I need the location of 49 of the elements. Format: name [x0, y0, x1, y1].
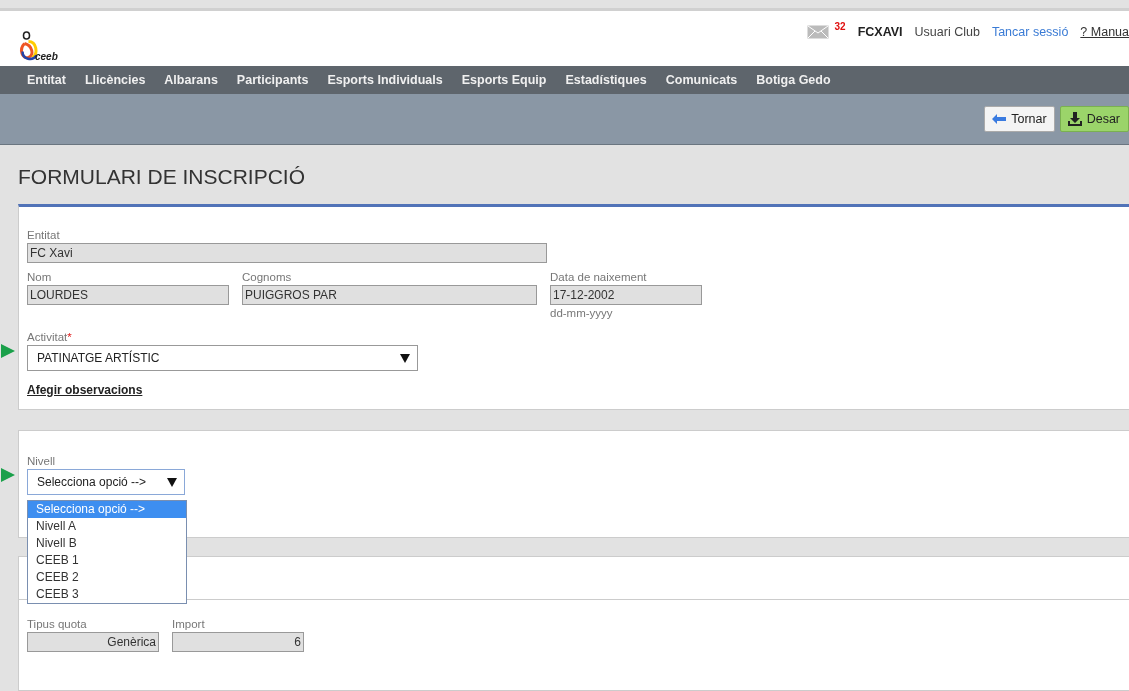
field-label: Nivell [27, 455, 57, 467]
manual-link[interactable]: ? Manua [1080, 24, 1129, 39]
mail-icon[interactable] [806, 24, 829, 39]
arrow-left-icon [992, 114, 1007, 125]
download-icon [1067, 112, 1082, 127]
nav-item[interactable]: Estadístiques [565, 73, 647, 88]
field-label: Tipus quota [27, 618, 88, 630]
user-role: Usuari Club [914, 24, 980, 39]
nav-item[interactable]: Esports Individuals [327, 73, 443, 88]
field-label: Activitat* [27, 331, 73, 343]
nav-item[interactable]: Llicències [84, 73, 146, 88]
pointer-arrow-icon [1, 468, 15, 482]
caret-icon [400, 353, 410, 363]
cognoms-field[interactable]: PUIGGROS PAR [242, 285, 537, 305]
required-mark: * [67, 331, 72, 343]
page-title: FORMULARI DE INSCRIPCIÓ [18, 165, 307, 190]
add-observations-link[interactable]: Afegir observacions [27, 383, 1121, 397]
message-count: 32 [834, 21, 846, 33]
activitat-select[interactable]: PATINATGE ARTÍSTIC [27, 345, 418, 371]
dropdown-option[interactable]: CEEB 2 [28, 569, 186, 586]
nom-field[interactable]: LOURDES [27, 285, 229, 305]
nav-item[interactable]: Participants [236, 73, 309, 88]
field-label: Cognoms [242, 271, 293, 283]
field-label: Nom [27, 271, 53, 283]
date-field[interactable]: 17-12-2002 [550, 285, 702, 305]
date-format-hint: dd-mm-yyyy [550, 307, 614, 319]
dropdown-option[interactable]: Nivell B [28, 535, 186, 552]
field-label: Import [172, 618, 206, 630]
dropdown-option[interactable]: CEEB 1 [28, 552, 186, 569]
pointer-arrow-icon [1, 344, 15, 358]
field-label: Data de naixement [550, 271, 648, 283]
amount-field[interactable]: 6 [172, 632, 304, 652]
nivell-select[interactable]: Selecciona opció --> [27, 469, 185, 495]
field-label: Entitat [27, 229, 61, 241]
username: FCXAVI [857, 24, 903, 39]
nav-item[interactable]: Albarans [164, 73, 218, 88]
dropdown-option[interactable]: Nivell A [28, 518, 186, 535]
save-button[interactable]: Desar [1059, 106, 1129, 133]
fee-type-field[interactable]: Genèrica [27, 632, 159, 652]
logout-link[interactable]: Tancar sessió [991, 24, 1069, 39]
nav-item[interactable]: Entitat [27, 73, 66, 88]
caret-icon [167, 477, 177, 487]
logo-text: ceeb [35, 50, 58, 62]
nav-item[interactable]: Botiga Gedo [756, 73, 831, 88]
entitat-field[interactable]: FC Xavi [27, 243, 547, 263]
nav-item[interactable]: Esports Equip [461, 73, 547, 88]
nav-item[interactable]: Comunicats [665, 73, 738, 88]
dropdown-option[interactable]: CEEB 3 [28, 586, 186, 603]
back-button[interactable]: Tornar [984, 106, 1055, 133]
